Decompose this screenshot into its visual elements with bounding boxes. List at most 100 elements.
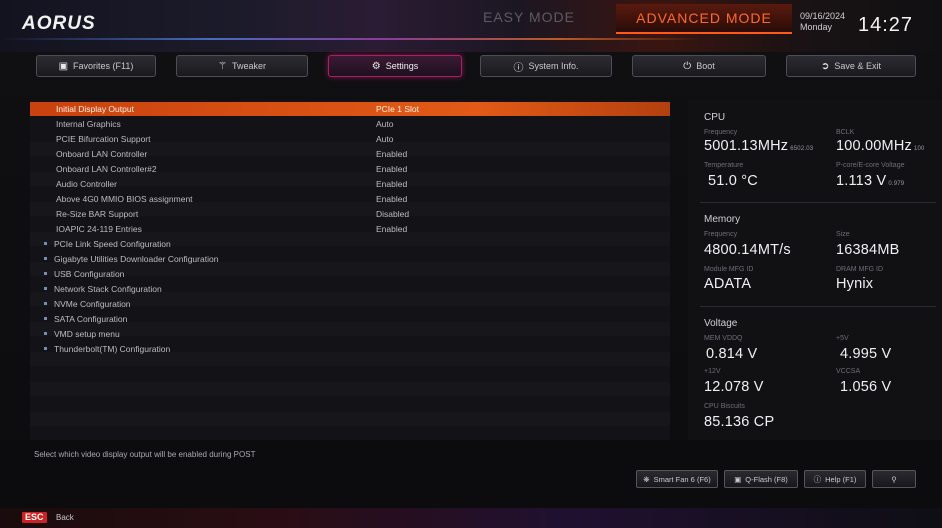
submenu-network-stack[interactable]: Network Stack Configuration <box>30 282 670 296</box>
submenu-gigabyte-utilities[interactable]: Gigabyte Utilities Downloader Configurat… <box>30 252 670 266</box>
cpu-frequency-text: 5001.13MHz <box>704 138 789 154</box>
bullet-icon <box>44 347 47 350</box>
smart-fan-button[interactable]: ❋ Smart Fan 6 (F6) <box>636 470 718 488</box>
tab-save-exit[interactable]: ➲ Save & Exit <box>786 55 916 77</box>
setting-row-lan-controller[interactable]: Onboard LAN Controller Enabled <box>30 147 670 161</box>
setting-row-internal-graphics[interactable]: Internal Graphics Auto <box>30 117 670 131</box>
divider <box>700 306 936 307</box>
tab-boot[interactable]: ⏻ Boot <box>632 55 766 77</box>
module-mfg-value: ADATA <box>704 276 752 292</box>
bclk-label: BCLK <box>836 129 855 136</box>
setting-value[interactable]: Enabled <box>376 147 407 161</box>
submenu-nvme[interactable]: NVMe Configuration <box>30 297 670 311</box>
setting-value[interactable]: Enabled <box>376 177 407 191</box>
system-info-panel: CPU Frequency 5001.13MHz 6502.03 BCLK 100… <box>688 100 942 440</box>
setting-value[interactable]: Enabled <box>376 222 407 236</box>
setting-row-audio-controller[interactable]: Audio Controller Enabled <box>30 177 670 191</box>
search-icon: ⚲ <box>891 474 897 484</box>
setting-value[interactable]: Auto <box>376 132 394 146</box>
esc-key-badge[interactable]: ESC <box>22 512 47 523</box>
bullet-icon <box>44 302 47 305</box>
tab-save-exit-label: Save & Exit <box>834 61 881 71</box>
plus5v-value: 4.995 V <box>840 346 892 362</box>
mem-vddq-label: MEM VDDQ <box>704 335 743 342</box>
submenu-label: SATA Configuration <box>54 314 128 324</box>
cpu-temperature-label: Temperature <box>704 162 744 169</box>
setting-row-above-4g[interactable]: Above 4G0 MMIO BIOS assignment Enabled <box>30 192 670 206</box>
setting-row-pcie-bifurcation[interactable]: PCIE Bifurcation Support Auto <box>30 132 670 146</box>
back-label[interactable]: Back <box>56 512 74 523</box>
easy-mode-button[interactable]: EASY MODE <box>456 4 602 30</box>
help-button[interactable]: ⓘ Help (F1) <box>804 470 866 488</box>
submenu-vmd[interactable]: VMD setup menu <box>30 327 670 341</box>
setting-value[interactable]: Enabled <box>376 162 407 176</box>
header-bar: AORUS EASY MODE ADVANCED MODE 09/16/2024… <box>0 0 942 52</box>
submenu-pcie-link-speed[interactable]: PCIe Link Speed Configuration <box>30 237 670 251</box>
bclk-text: 100.00MHz <box>836 138 912 154</box>
fan-icon: ❋ <box>643 474 650 484</box>
gear-icon: ⚙ <box>371 60 381 72</box>
exit-icon: ➲ <box>821 60 830 72</box>
search-button[interactable]: ⚲ <box>872 470 916 488</box>
plus12v-label: +12V <box>704 368 721 375</box>
plus5v-label: +5V <box>836 335 849 342</box>
dram-mfg-value: Hynix <box>836 276 874 292</box>
setting-name: Above 4G0 MMIO BIOS assignment <box>56 194 193 204</box>
help-icon: ⓘ <box>813 474 822 484</box>
qflash-button[interactable]: ▣ Q-Flash (F8) <box>724 470 798 488</box>
date-display: 09/16/2024 Monday <box>800 11 845 33</box>
submenu-label: Gigabyte Utilities Downloader Configurat… <box>54 254 219 264</box>
tab-settings[interactable]: ⚙ Settings <box>328 55 462 77</box>
help-hint: Select which video display output will b… <box>34 450 256 459</box>
tweaker-icon: ⚚ <box>218 60 227 72</box>
row-stripe <box>30 412 670 426</box>
memory-frequency-label: Frequency <box>704 231 738 238</box>
cpu-temperature-value: 51.0 °C <box>708 173 758 189</box>
aorus-logo: AORUS <box>22 13 96 34</box>
tab-system-info[interactable]: ⓘ System Info. <box>480 55 612 77</box>
setting-value[interactable]: Auto <box>376 117 394 131</box>
submenu-thunderbolt[interactable]: Thunderbolt(TM) Configuration <box>30 342 670 356</box>
setting-name: Onboard LAN Controller <box>56 149 148 159</box>
setting-name: Internal Graphics <box>56 119 121 129</box>
submenu-label: Network Stack Configuration <box>54 284 162 294</box>
bios-screen: AORUS EASY MODE ADVANCED MODE 09/16/2024… <box>0 0 942 528</box>
submenu-label: NVMe Configuration <box>54 299 131 309</box>
setting-row-resize-bar[interactable]: Re-Size BAR Support Disabled <box>30 207 670 221</box>
bullet-icon <box>44 317 47 320</box>
qflash-icon: ▣ <box>734 474 742 484</box>
setting-value[interactable]: Enabled <box>376 192 407 206</box>
bclk-value: 100.00MHz 100 <box>836 138 942 154</box>
header-streak <box>0 38 700 40</box>
bullet-icon <box>44 257 47 260</box>
tab-tweaker[interactable]: ⚚ Tweaker <box>176 55 308 77</box>
submenu-sata[interactable]: SATA Configuration <box>30 312 670 326</box>
mem-vddq-value: 0.814 V <box>706 346 758 362</box>
memory-size-value: 16384MB <box>836 242 900 258</box>
setting-row-ioapic[interactable]: IOAPIC 24-119 Entries Enabled <box>30 222 670 236</box>
submenu-label: VMD setup menu <box>54 329 120 339</box>
vcore-value: 1.113 V 0.979 <box>836 173 904 189</box>
setting-name: Initial Display Output <box>56 104 134 114</box>
bullet-icon <box>44 287 47 290</box>
setting-row-lan-controller-2[interactable]: Onboard LAN Controller#2 Enabled <box>30 162 670 176</box>
tab-favorites-label: Favorites (F11) <box>73 61 134 71</box>
submenu-usb[interactable]: USB Configuration <box>30 267 670 281</box>
setting-name: IOAPIC 24-119 Entries <box>56 224 142 234</box>
footer-bar <box>0 508 942 528</box>
tab-tweaker-label: Tweaker <box>231 61 266 71</box>
setting-value[interactable]: PCIe 1 Slot <box>376 102 419 116</box>
vccsa-label: VCCSA <box>836 368 861 375</box>
tab-settings-label: Settings <box>385 61 419 71</box>
bclk-sub: 100 <box>913 146 925 152</box>
advanced-mode-button[interactable]: ADVANCED MODE <box>616 4 792 34</box>
tab-favorites[interactable]: ▣ Favorites (F11) <box>36 55 156 77</box>
date-text: 09/16/2024 <box>800 11 846 21</box>
setting-row-initial-display[interactable]: Initial Display Output PCIe 1 Slot <box>30 102 670 116</box>
settings-panel: Initial Display Output PCIe 1 Slot Inter… <box>30 100 670 440</box>
vccsa-value: 1.056 V <box>840 379 892 395</box>
submenu-label: Thunderbolt(TM) Configuration <box>54 344 171 354</box>
setting-value[interactable]: Disabled <box>376 207 409 221</box>
bullet-icon <box>44 242 47 245</box>
cpu-biscuits-label: CPU Biscuits <box>704 403 745 410</box>
